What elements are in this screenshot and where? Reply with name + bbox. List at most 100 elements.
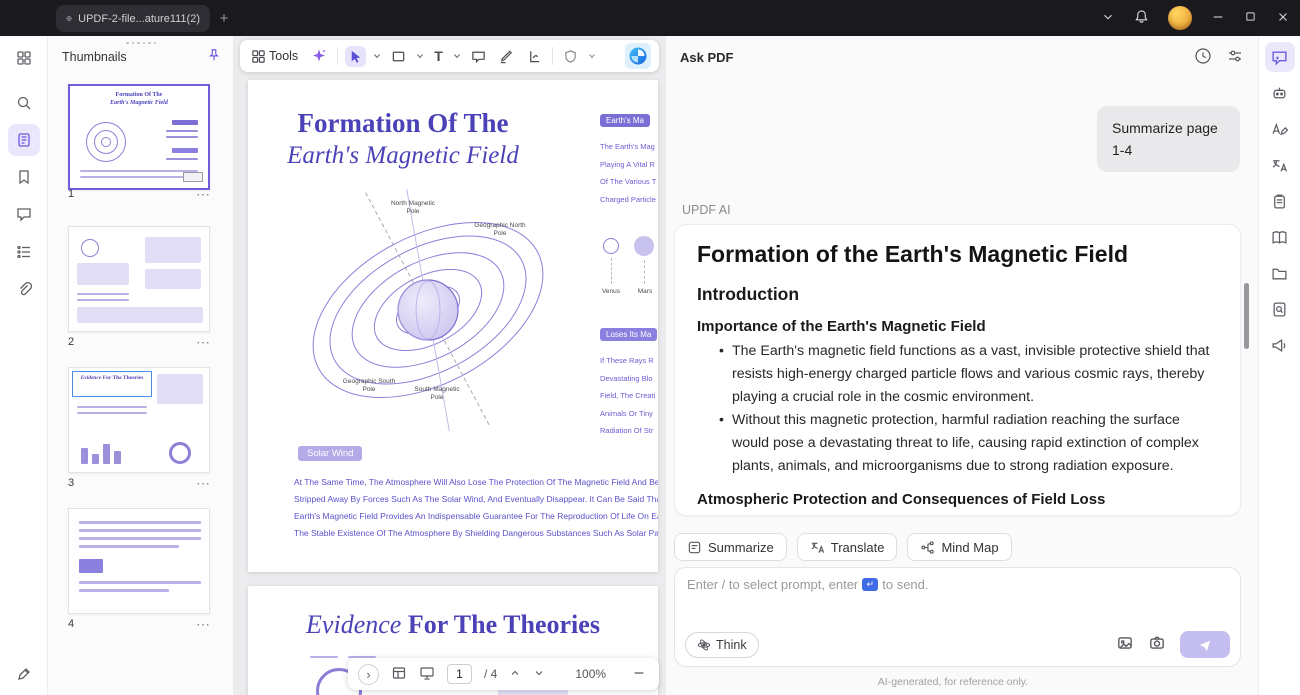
chat-history-icon[interactable] [1194,47,1212,68]
presentation-icon[interactable] [419,665,435,684]
tools-menu-button[interactable]: Tools [248,46,301,67]
insert-image-icon[interactable] [1116,634,1134,655]
thumbnail-page-4[interactable] [68,508,210,614]
thumbnail-4-more-icon[interactable]: ⋯ [196,617,210,631]
ai-doc-search-icon[interactable] [1265,294,1295,324]
label-geographic-north-pole: Geographic North Pole [474,222,526,237]
send-button[interactable] [1180,631,1230,658]
home-grid-icon[interactable] [8,42,40,74]
page-navigation-bar: › / 4 100% [348,658,659,690]
thumbnail-page-3[interactable]: Evidence For The Theories [68,367,210,473]
pdf-page-1[interactable]: Formation Of The Earth's Magnetic Field … [248,80,658,572]
earths-ma-badge: Earth's Ma [600,114,650,127]
ai-sparkle-icon[interactable] [308,45,330,67]
maximize-button[interactable] [1244,10,1257,26]
thumbnail-page-2[interactable] [68,226,210,332]
text-chevron-icon[interactable] [453,52,461,60]
ai-response-card: Formation of the Earth's Magnetic Field … [674,224,1241,516]
ai-summarize-icon[interactable] [1265,186,1295,216]
titlebar-chevron-down-icon[interactable] [1101,10,1115,27]
document-tab[interactable]: UPDF-2-file...ature111(2) [56,5,210,32]
response-section: Introduction [697,284,800,304]
think-icon [697,638,711,651]
protect-chevron-icon[interactable] [588,52,596,60]
chat-input-box[interactable]: Enter / to select prompt, enter ↵ to sen… [674,567,1241,667]
mind-map-action-button[interactable]: Mind Map [907,533,1012,561]
comment-tool-icon[interactable] [468,46,489,67]
thumbnails-title: Thumbnails [62,49,127,64]
ai-read-book-icon[interactable] [1265,222,1295,252]
mars-dash [644,260,645,284]
translate-action-button[interactable]: Translate [796,533,898,561]
settings-sliders-icon[interactable] [1226,47,1244,68]
label-venus: Venus [601,288,621,295]
bookmarks-icon[interactable] [8,161,40,193]
thumbnail-grid-icon[interactable] [391,665,407,684]
attachments-paperclip-icon[interactable] [8,273,40,305]
ai-announce-speaker-icon[interactable] [1265,330,1295,360]
ai-assistant-robot-icon[interactable] [1265,78,1295,108]
page-number-input[interactable] [447,664,472,684]
ai-files-folder-icon[interactable] [1265,258,1295,288]
label-geographic-south-pole: Geographic South Pole [342,378,396,393]
next-page-chevron-down-icon[interactable] [533,667,545,682]
enter-key-icon: ↵ [862,578,879,591]
summarize-action-button[interactable]: Summarize [674,533,787,561]
think-mode-button[interactable]: Think [685,631,759,658]
shapes-tool-button[interactable] [388,46,409,67]
right-icon-rail [1258,36,1300,695]
translate-icon [811,542,824,553]
venus-dash [611,258,612,284]
pdf-title-line1: Formation Of The [297,108,509,138]
assistant-name-label: UPDF AI [682,203,731,217]
thumbnail-2-more-icon[interactable]: ⋯ [196,335,210,349]
chat-scrollbar[interactable] [1244,283,1249,349]
panel-drag-handle[interactable] [124,40,158,46]
thumbnail-page-1[interactable]: Formation Of The Earth's Magnetic Field [68,84,210,190]
thumbnail-3-more-icon[interactable]: ⋯ [196,476,210,490]
shapes-chevron-icon[interactable] [416,52,424,60]
highlighter-tool-icon[interactable] [496,46,517,67]
zoom-level-label[interactable]: 100% [575,667,606,681]
notifications-bell-icon[interactable] [1134,9,1149,27]
sign-tool-icon[interactable] [524,46,545,67]
chat-input-placeholder: Enter / to select prompt, enter ↵ to sen… [687,577,929,592]
solar-wind-badge: Solar Wind [298,446,363,461]
ask-pdf-chat-icon[interactable] [1264,42,1295,72]
select-tool-chevron-icon[interactable] [373,52,381,60]
updf-app-window: UPDF-2-file...ature111(2) + Thumbnails F… [0,0,1300,695]
previous-page-chevron-up-icon[interactable] [509,667,521,682]
updf-ai-logo-button[interactable] [625,43,651,69]
tab-title: UPDF-2-file...ature111(2) [78,12,200,25]
new-tab-button[interactable]: + [212,6,236,30]
search-icon[interactable] [8,87,40,119]
page-total-label: / 4 [484,667,498,681]
screenshot-camera-icon[interactable] [1148,634,1166,655]
user-avatar[interactable] [1168,6,1192,30]
close-button[interactable] [1276,10,1290,27]
zoom-out-minus-icon[interactable] [632,666,646,683]
edit-pen-icon[interactable] [8,658,40,690]
collapse-panel-icon[interactable]: › [358,663,379,685]
left-icon-rail [0,36,48,695]
page2-text-fragment [310,656,338,658]
paragraph-line: Stripped Away By Forces Such As The Sola… [294,494,658,504]
paragraph-line: The Stable Existence Of The Atmosphere B… [294,528,658,538]
minimize-button[interactable] [1211,10,1225,27]
window-titlebar: UPDF-2-file...ature111(2) + [0,0,1300,36]
comments-icon[interactable] [8,198,40,230]
user-message-bubble: Summarize page 1-4 [1097,106,1240,172]
pdf-title-line2: Earth's Magnetic Field [287,142,519,169]
outline-icon[interactable] [8,236,40,268]
thumbnails-panel-icon[interactable] [8,124,40,156]
protect-tool-icon[interactable] [560,46,581,67]
ai-translate-icon[interactable] [1265,150,1295,180]
thumbnail-1-more-icon[interactable]: ⋯ [196,187,210,201]
pin-panel-icon[interactable] [207,48,221,65]
page-number-label: 1 [68,188,75,200]
select-tool-button[interactable] [345,45,367,67]
send-icon [1199,640,1211,651]
text-tool-button[interactable]: T [431,46,446,66]
ai-rewrite-icon[interactable] [1265,114,1295,144]
right-column-text-1: The Earth's Mag Playing A Vital R Of The… [600,142,657,204]
